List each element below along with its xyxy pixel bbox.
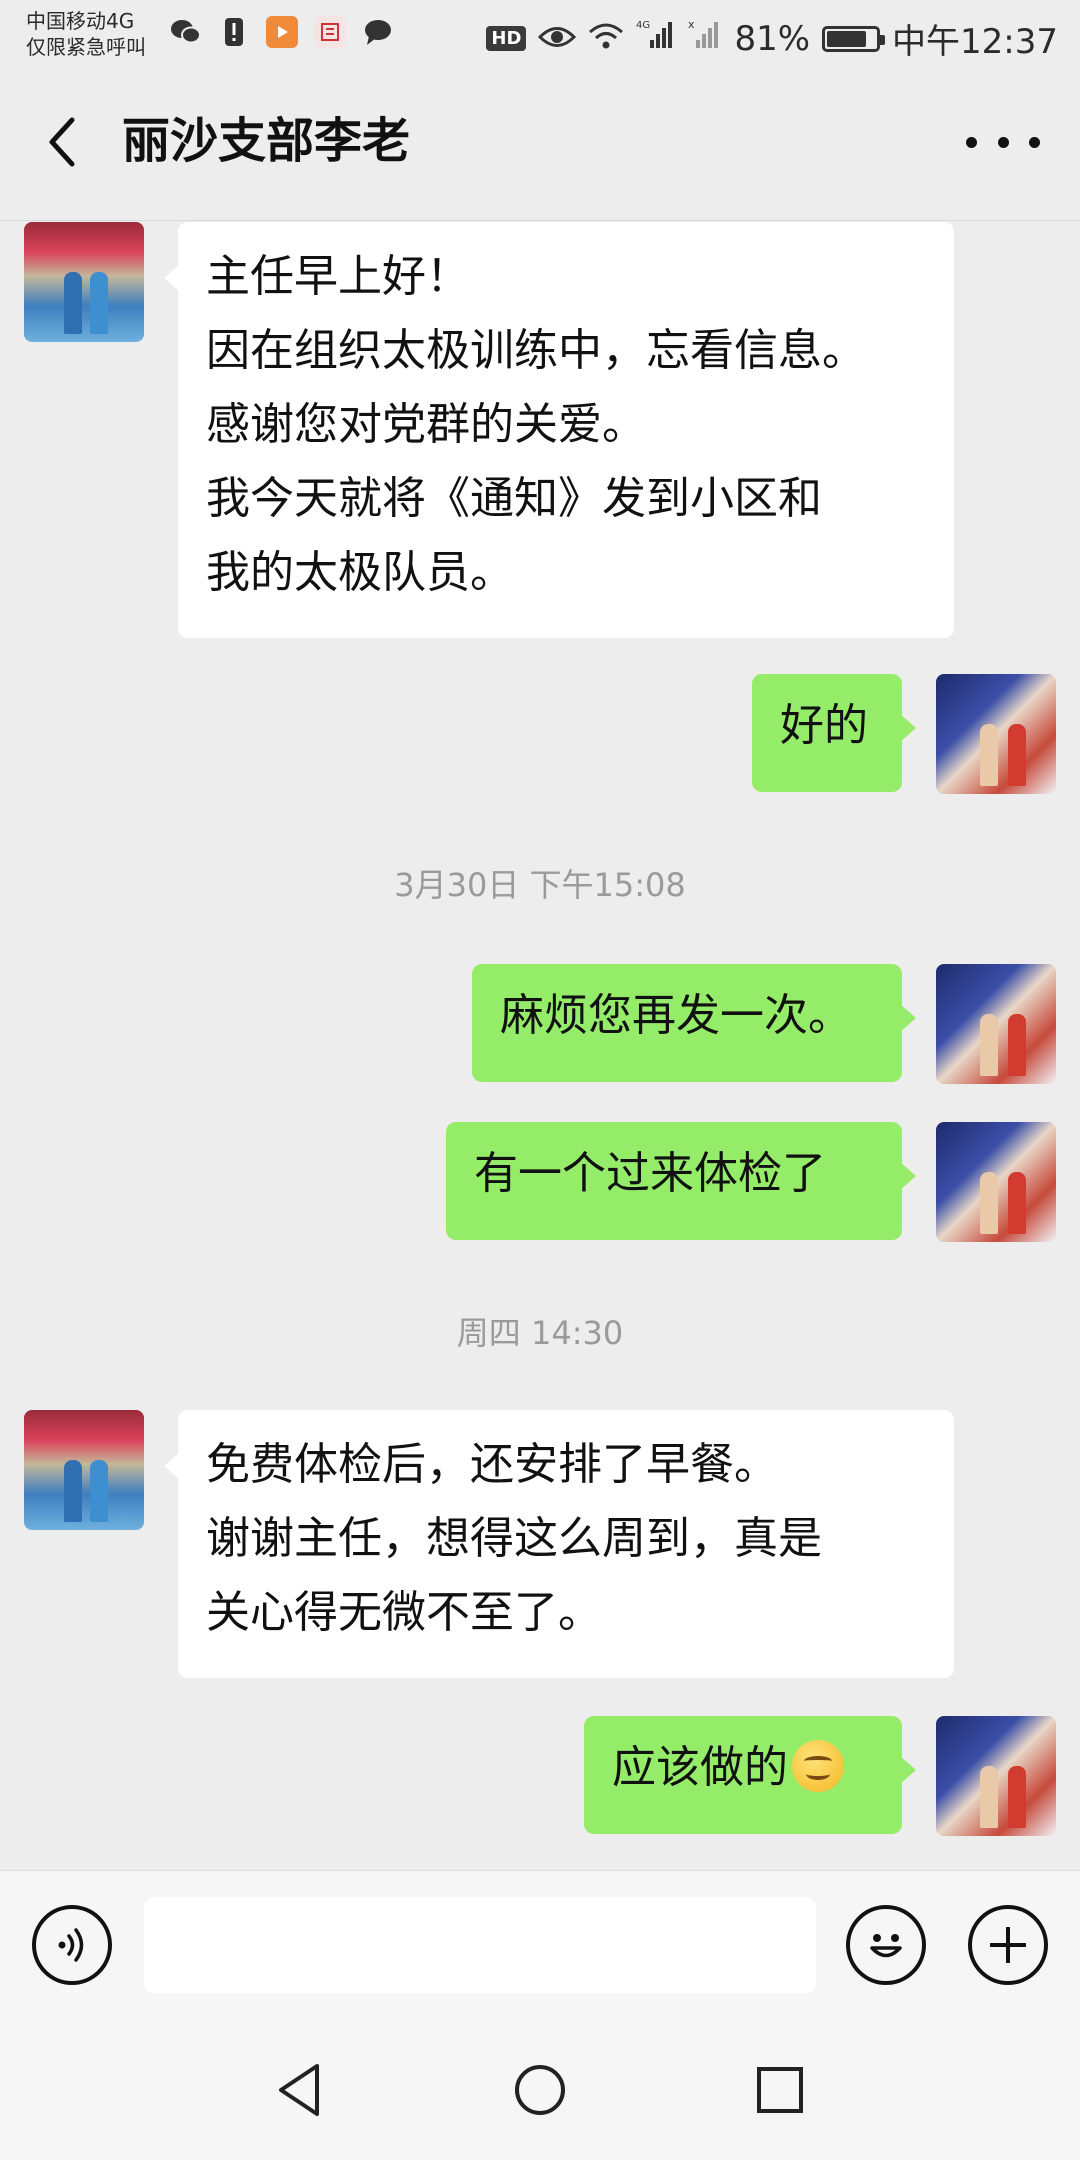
carrier-info: 中国移动4G 仅限紧急呼叫 (26, 8, 146, 60)
message-bubble-incoming[interactable]: 主任早上好！ 因在组织太极训练中，忘看信息。 感谢您对党群的关爱。 我今天就将《… (164, 222, 954, 638)
signal-icon: 4G (636, 18, 676, 59)
timestamp: 3月30日 下午15:08 (394, 866, 686, 904)
status-right: HD 4G x 81% 中午12:37 (486, 14, 1058, 63)
chevron-left-icon (49, 117, 75, 167)
eye-icon (538, 19, 577, 59)
battery-percent: 81% (734, 18, 811, 59)
nav-home-button[interactable] (508, 2058, 572, 2122)
chat-header: 丽沙支部李老 (0, 70, 1080, 221)
carrier-name: 中国移动4G (26, 9, 135, 33)
message-bubble-outgoing[interactable]: 麻烦您再发一次。 (472, 964, 916, 1082)
my-avatar[interactable] (936, 1716, 1056, 1836)
more-dot (1029, 136, 1040, 148)
battery-icon (822, 25, 886, 52)
more-functions-button[interactable] (968, 1905, 1048, 1985)
message-bubble-incoming[interactable]: 免费体检后，还安排了早餐。 谢谢主任，想得这么周到，真是 关心得无微不至了。 (164, 1410, 954, 1678)
system-nav-bar (0, 2018, 1080, 2160)
wifi-icon (588, 19, 624, 59)
message-input[interactable] (144, 1897, 816, 1993)
nav-back-button[interactable] (268, 2058, 332, 2122)
more-dot (997, 136, 1009, 148)
nav-recent-apps-button[interactable] (748, 2058, 812, 2122)
message-bubble-outgoing[interactable]: 应该做的 (584, 1716, 916, 1834)
news-app-icon (314, 16, 346, 48)
smiling-face-icon (792, 1740, 844, 1792)
message-text: 应该做的 (612, 1742, 788, 1793)
my-avatar[interactable] (936, 674, 1056, 794)
smiley-icon (870, 1934, 902, 1958)
contact-avatar[interactable] (24, 1410, 144, 1530)
square-recent-icon (757, 2067, 803, 2113)
plus-icon (990, 1927, 1026, 1963)
my-avatar[interactable] (936, 1122, 1056, 1242)
voice-input-button[interactable] (32, 1905, 112, 1985)
timestamp: 周四 14:30 (456, 1314, 624, 1352)
clock: 中午12:37 (892, 22, 1058, 62)
carrier-status: 仅限紧急呼叫 (26, 35, 146, 59)
battery-level (827, 30, 867, 47)
chat-screen: 中国移动4G 仅限紧急呼叫 HD 4G x 81% 中午12:37 丽沙支部李老… (0, 0, 1080, 2160)
message-bubble-outgoing[interactable]: 好的 (752, 674, 916, 792)
circle-home-icon (515, 2065, 565, 2115)
emoji-button[interactable] (846, 1905, 926, 1985)
message-icon (362, 16, 394, 48)
hd-badge: HD (486, 26, 527, 51)
triangle-back-icon (279, 2064, 319, 2116)
alert-icon (218, 16, 250, 48)
notification-icons (170, 16, 394, 48)
signal-no-sim-icon: x (688, 18, 722, 59)
svg-text:x: x (688, 18, 695, 31)
my-avatar[interactable] (936, 964, 1056, 1084)
svg-text:4G: 4G (636, 20, 650, 31)
more-options-button[interactable] (966, 118, 1040, 166)
back-button[interactable] (32, 112, 92, 172)
message-bubble-outgoing[interactable]: 有一个过来体检了 (446, 1122, 916, 1240)
contact-avatar[interactable] (24, 222, 144, 342)
chat-title: 丽沙支部李老 (122, 113, 411, 169)
voice-icon (58, 1928, 84, 1962)
wechat-icon (170, 16, 202, 48)
message-input-bar (0, 1870, 1080, 2019)
video-app-icon (266, 16, 298, 48)
more-dot (966, 136, 977, 148)
status-bar: 中国移动4G 仅限紧急呼叫 HD 4G x 81% 中午12:37 (0, 0, 1080, 70)
